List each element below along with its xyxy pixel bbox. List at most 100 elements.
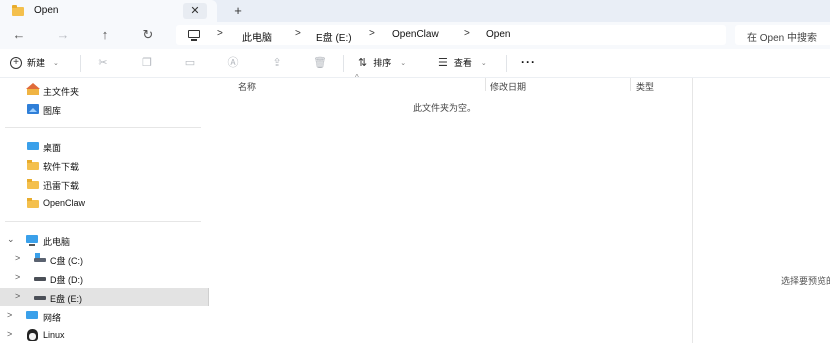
- chevron-down-icon: ⌄: [480, 59, 487, 67]
- drive-icon: [34, 296, 46, 300]
- chevron-right-icon[interactable]: >: [7, 310, 12, 320]
- sidebar-item-label: 此电脑: [43, 237, 71, 247]
- toolbar-divider: [343, 55, 344, 72]
- sort-icon: ⇅: [358, 57, 368, 69]
- preview-pane-divider[interactable]: [692, 78, 693, 343]
- folder-icon: [12, 5, 24, 16]
- sidebar-item-label: Linux: [43, 330, 65, 340]
- sidebar-item-c-drive[interactable]: > C盘 (C:): [0, 250, 209, 268]
- sort-button[interactable]: ⇅ 排序 ⌄: [358, 56, 406, 69]
- gallery-icon: [27, 104, 39, 114]
- new-label: 新建: [27, 58, 46, 68]
- up-button[interactable]: ↑: [94, 26, 116, 44]
- toolbar-divider: [80, 55, 81, 72]
- empty-folder-message: 此文件夹为空。: [413, 103, 477, 113]
- sidebar-item-d-drive[interactable]: > D盘 (D:): [0, 269, 209, 287]
- chevron-down-icon: ⌄: [400, 59, 407, 67]
- monitor-icon: [188, 30, 200, 41]
- desktop-icon: [27, 142, 39, 150]
- network-icon: [26, 311, 38, 319]
- sidebar-item-gallery[interactable]: 图库: [0, 100, 209, 118]
- folder-icon: [27, 198, 39, 208]
- sidebar-item-label: C盘 (C:): [50, 256, 83, 266]
- sidebar-divider: [5, 221, 201, 222]
- search-placeholder: 在 Open 中搜索: [747, 33, 818, 44]
- column-header-type[interactable]: 类型: [636, 80, 654, 93]
- rename-icon[interactable]: Ⓐ: [226, 57, 240, 69]
- paste-icon[interactable]: ▭: [183, 57, 197, 69]
- sidebar-item-label: 桌面: [43, 143, 62, 153]
- view-label: 查看: [453, 58, 472, 68]
- address-bar[interactable]: > 此电脑 > E盘 (E:) > OpenClaw > Open: [176, 25, 726, 45]
- breadcrumb-separator[interactable]: >: [217, 28, 223, 39]
- chevron-right-icon[interactable]: >: [15, 291, 20, 301]
- sidebar-item-label: D盘 (D:): [50, 275, 83, 285]
- sidebar-item-label: 主文件夹: [43, 87, 80, 97]
- sidebar-item-e-drive[interactable]: > E盘 (E:): [0, 288, 209, 306]
- sidebar-divider: [5, 127, 201, 128]
- sidebar-item-xunlei-downloads[interactable]: 迅雷下载: [0, 175, 209, 193]
- breadcrumb-e-drive[interactable]: E盘 (E:): [316, 29, 352, 44]
- column-divider[interactable]: [630, 78, 631, 91]
- column-divider[interactable]: [485, 78, 486, 91]
- chevron-down-icon[interactable]: ⌄: [7, 234, 15, 245]
- search-input[interactable]: 在 Open 中搜索: [735, 25, 830, 45]
- share-icon[interactable]: ⇪: [270, 57, 284, 69]
- breadcrumb-this-pc[interactable]: 此电脑: [242, 29, 272, 44]
- drive-icon: [34, 277, 46, 281]
- copy-icon[interactable]: ❐: [140, 57, 154, 69]
- command-bar: + 新建 ⌄ ✂ ❐ ▭ Ⓐ ⇪ 🗑 ⇅ 排序 ⌄ ☰ 查看 ⌄ ···: [0, 49, 830, 78]
- sort-indicator-icon: ^: [355, 73, 359, 82]
- more-options-button[interactable]: ···: [521, 55, 536, 69]
- breadcrumb-openclaw[interactable]: OpenClaw: [392, 29, 439, 40]
- tab-open[interactable]: Open ✕: [0, 0, 217, 22]
- new-tab-button[interactable]: +: [229, 3, 247, 19]
- sort-label: 排序: [373, 58, 392, 68]
- view-button[interactable]: ☰ 查看 ⌄: [438, 56, 487, 69]
- sidebar-item-label: 迅雷下载: [43, 181, 80, 191]
- sidebar-item-this-pc[interactable]: ⌄ 此电脑: [0, 231, 209, 249]
- column-header-name[interactable]: 名称: [238, 80, 256, 93]
- close-tab-button[interactable]: ✕: [183, 3, 207, 19]
- breadcrumb-separator[interactable]: >: [464, 28, 470, 39]
- plus-circle-icon: +: [10, 56, 22, 69]
- chevron-right-icon[interactable]: >: [15, 253, 20, 263]
- sidebar-item-network[interactable]: > 网络: [0, 307, 209, 325]
- new-button[interactable]: + 新建 ⌄: [10, 56, 59, 69]
- forward-button[interactable]: →: [52, 26, 74, 44]
- sidebar-item-openclaw[interactable]: OpenClaw: [0, 194, 209, 212]
- chevron-down-icon: ⌄: [53, 59, 59, 67]
- breadcrumb-open[interactable]: Open: [486, 29, 510, 40]
- delete-icon[interactable]: 🗑: [313, 57, 327, 69]
- linux-penguin-icon: [27, 329, 38, 341]
- chevron-right-icon[interactable]: >: [15, 272, 20, 282]
- preview-pane-message: 选择要预览的文件。: [781, 276, 830, 286]
- folder-icon: [27, 179, 39, 189]
- sidebar-item-label: OpenClaw: [43, 198, 86, 208]
- sidebar-item-label: 图库: [43, 106, 62, 116]
- refresh-button[interactable]: ↻: [137, 26, 159, 44]
- sidebar-item-linux[interactable]: > Linux: [0, 326, 209, 343]
- home-icon: [26, 83, 40, 95]
- sidebar-item-label: E盘 (E:): [50, 294, 83, 304]
- computer-icon: [26, 235, 38, 246]
- breadcrumb-separator[interactable]: >: [295, 28, 301, 39]
- sidebar-item-label: 软件下载: [43, 162, 80, 172]
- back-button[interactable]: ←: [8, 26, 30, 44]
- breadcrumb-separator[interactable]: >: [369, 28, 375, 39]
- sidebar-item-home[interactable]: 主文件夹: [0, 81, 209, 99]
- drive-c-icon: [34, 253, 46, 262]
- sidebar-item-software-downloads[interactable]: 软件下载: [0, 156, 209, 174]
- folder-icon: [27, 160, 39, 170]
- column-header-date[interactable]: 修改日期: [490, 80, 526, 93]
- navigation-bar: ← → ↑ ↻ > 此电脑 > E盘 (E:) > OpenClaw > Ope…: [0, 22, 830, 49]
- sidebar-item-desktop[interactable]: 桌面: [0, 137, 209, 155]
- view-lines-icon: ☰: [438, 57, 448, 69]
- chevron-right-icon[interactable]: >: [7, 329, 12, 339]
- navigation-pane: 主文件夹 图库 桌面 软件下载 迅雷下载 OpenClaw ⌄ 此电脑 > C盘…: [0, 78, 209, 343]
- tab-title: Open: [34, 5, 59, 16]
- cut-icon[interactable]: ✂: [96, 57, 110, 69]
- sidebar-item-label: 网络: [43, 313, 62, 323]
- tab-bar: Open ✕ +: [0, 0, 830, 22]
- toolbar-divider: [506, 55, 507, 72]
